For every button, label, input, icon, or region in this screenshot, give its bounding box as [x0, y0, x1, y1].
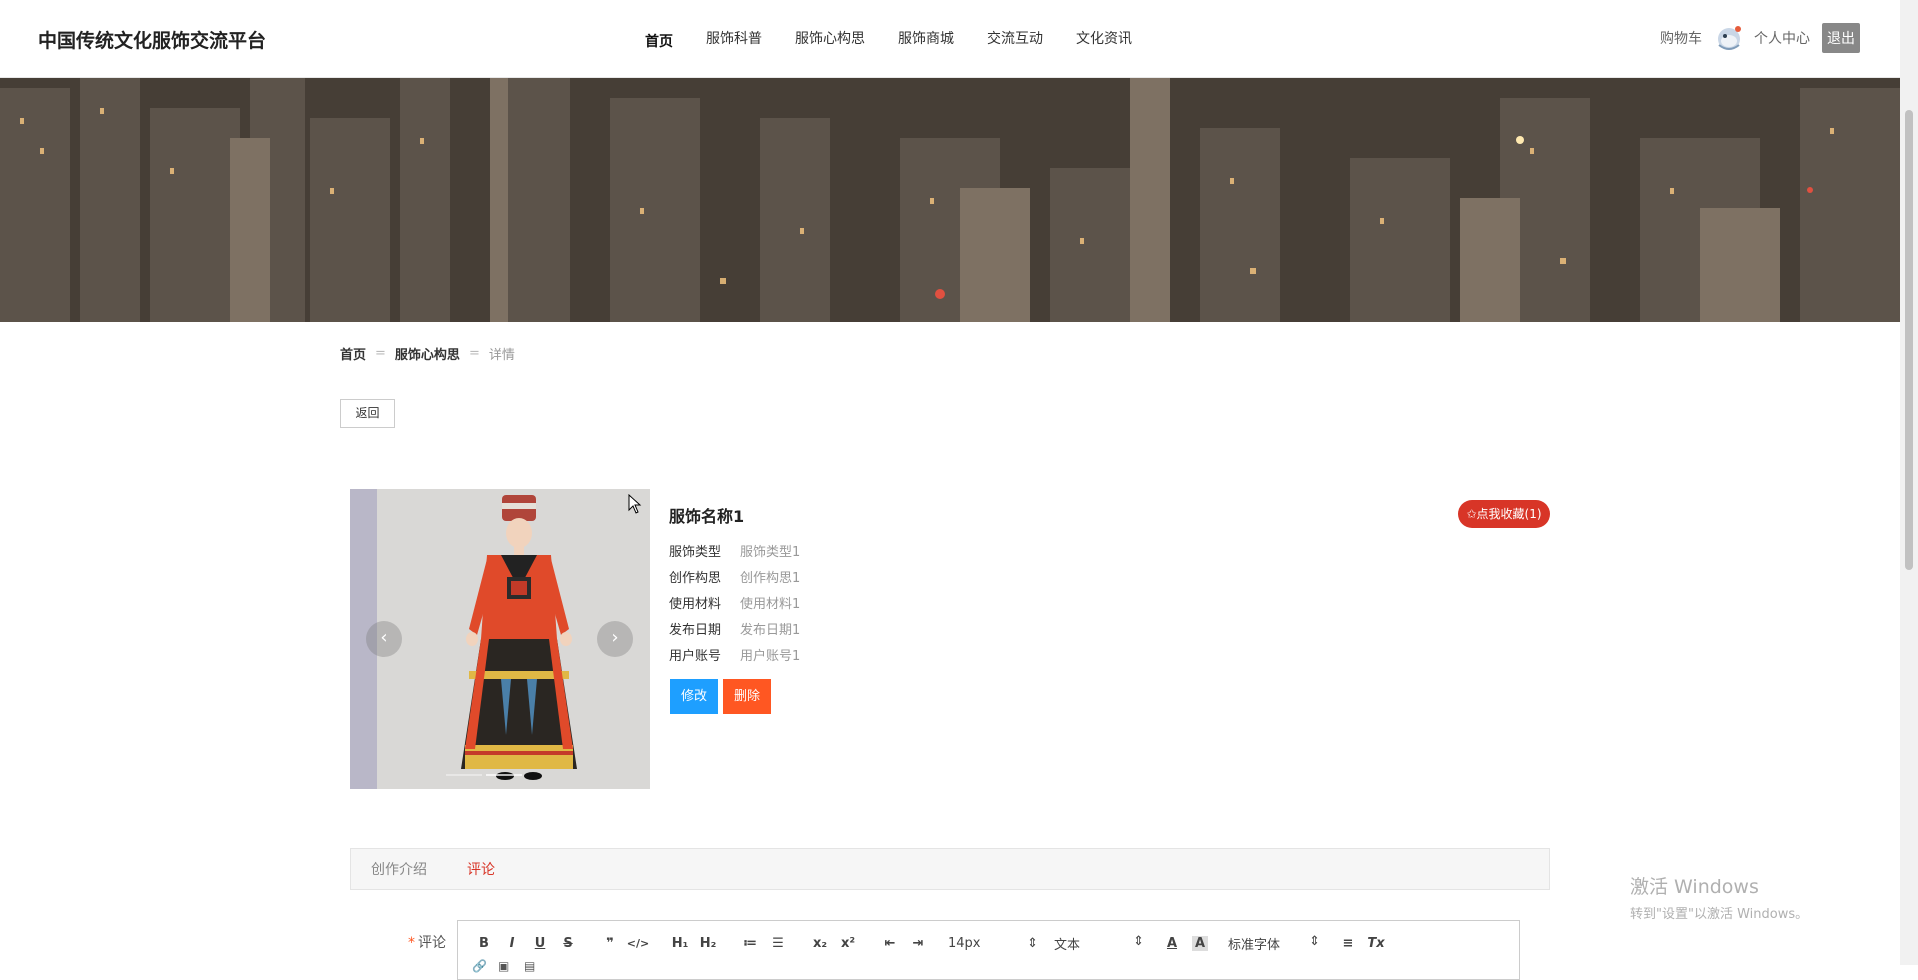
image-icon[interactable]: ▣: [498, 959, 524, 973]
video-icon[interactable]: ▤: [524, 959, 550, 973]
windows-activation-watermark: 激活 Windows 转到"设置"以激活 Windows。: [1630, 872, 1808, 922]
breadcrumb-separator: =: [375, 346, 386, 361]
font-size-value: 14px: [948, 935, 981, 951]
bold-button[interactable]: B: [470, 936, 498, 951]
main-nav: 首页 服饰科普 服饰心构思 服饰商城 交流互动 文化资讯: [645, 28, 1165, 52]
cart-link[interactable]: 购物车: [1660, 28, 1702, 48]
paragraph-type-select[interactable]: 文本 ⇕: [1054, 934, 1144, 953]
nav-interaction[interactable]: 交流互动: [987, 28, 1043, 52]
attribute-label: 用户账号: [669, 649, 722, 664]
font-family-select[interactable]: 标准字体 ⇕: [1228, 934, 1320, 953]
background-color-icon[interactable]: A: [1192, 935, 1208, 951]
attribute-value: 创作构思1: [740, 571, 801, 586]
watermark-title: 激活 Windows: [1630, 876, 1759, 898]
comment-rich-text-editor[interactable]: B I U S ❞ </> H₁ H₂ ≔ ☰ x₂ x² ⇤ ⇥ 14px ⇕ …: [457, 920, 1520, 980]
nav-costume-mall[interactable]: 服饰商城: [898, 28, 954, 52]
carousel-indicator[interactable]: [446, 774, 482, 776]
italic-button[interactable]: I: [498, 936, 526, 951]
editor-toolbar-row2: 🔗 ▣ ▤: [472, 959, 550, 973]
attribute-row: 使用材料 使用材料1: [669, 593, 800, 619]
attribute-label: 服饰类型: [669, 545, 722, 560]
site-title[interactable]: 中国传统文化服饰交流平台: [38, 26, 266, 53]
city-banner-image: [0, 78, 1900, 322]
breadcrumb-section[interactable]: 服饰心构思: [395, 344, 460, 363]
select-arrow-icon: ⇕: [1027, 935, 1038, 951]
subscript-button[interactable]: x₂: [806, 936, 834, 951]
comment-label-text: 评论: [418, 935, 446, 951]
attribute-row: 创作构思 创作构思1: [669, 567, 800, 593]
user-center-link[interactable]: 个人中心: [1754, 28, 1810, 48]
attribute-value: 服饰类型1: [740, 545, 801, 560]
tab-comments[interactable]: 评论: [467, 859, 495, 879]
h2-button[interactable]: H₂: [694, 936, 722, 951]
nav-costume-ideas[interactable]: 服饰心构思: [795, 28, 865, 52]
breadcrumb: 首页 = 服饰心构思 = 详情: [340, 344, 515, 363]
attribute-label: 使用材料: [669, 597, 722, 612]
product-attributes: 服饰类型 服饰类型1 创作构思 创作构思1 使用材料 使用材料1 发布日期 发布…: [669, 541, 800, 671]
back-button[interactable]: 返回: [340, 399, 395, 428]
breadcrumb-separator: =: [468, 346, 480, 361]
mouse-cursor-icon: [628, 494, 642, 514]
required-mark: *: [408, 935, 415, 951]
ordered-list-button[interactable]: ≔: [736, 936, 764, 951]
attribute-row: 用户账号 用户账号1: [669, 645, 800, 671]
carousel-indicator-active[interactable]: [486, 774, 522, 776]
superscript-button[interactable]: x²: [834, 936, 862, 951]
bullet-list-button[interactable]: ☰: [764, 936, 792, 951]
product-image-carousel[interactable]: ‹ ›: [350, 489, 650, 789]
nav-home[interactable]: 首页: [645, 28, 673, 52]
attribute-row: 服饰类型 服饰类型1: [669, 541, 800, 567]
page-scrollbar[interactable]: [1900, 0, 1918, 965]
link-icon[interactable]: 🔗: [472, 959, 498, 973]
h1-button[interactable]: H₁: [666, 936, 694, 951]
detail-tabs: 创作介绍 评论: [350, 848, 1550, 890]
attribute-value: 使用材料1: [740, 597, 801, 612]
font-family-value: 标准字体: [1228, 937, 1281, 953]
code-button[interactable]: </>: [624, 937, 652, 950]
top-header: 中国传统文化服饰交流平台 首页 服饰科普 服饰心构思 服饰商城 交流互动 文化资…: [0, 0, 1900, 78]
font-size-select[interactable]: 14px ⇕: [948, 936, 1038, 951]
select-arrow-icon: ⇕: [1133, 933, 1144, 949]
carousel-prev-button[interactable]: ‹: [366, 621, 402, 657]
nav-culture-news[interactable]: 文化资讯: [1076, 28, 1132, 52]
watermark-subtitle: 转到"设置"以激活 Windows。: [1630, 907, 1809, 922]
favorite-button[interactable]: ✩点我收藏(1): [1458, 500, 1550, 528]
underline-button[interactable]: U: [526, 936, 554, 951]
logout-button[interactable]: 退出: [1822, 23, 1860, 53]
attribute-value: 发布日期1: [740, 623, 801, 638]
select-arrow-icon: ⇕: [1309, 933, 1320, 949]
breadcrumb-current: 详情: [488, 348, 515, 363]
tab-creation-intro[interactable]: 创作介绍: [371, 859, 427, 879]
city-skyline-illustration: [0, 78, 1900, 322]
breadcrumb-home[interactable]: 首页: [340, 344, 366, 363]
outdent-button[interactable]: ⇤: [876, 936, 904, 951]
header-user-area: 购物车 个人中心 退出: [1660, 22, 1860, 54]
attribute-label: 创作构思: [669, 571, 722, 586]
delete-button[interactable]: 删除: [723, 679, 771, 714]
font-color-icon[interactable]: A: [1158, 936, 1186, 951]
paragraph-type-value: 文本: [1054, 937, 1081, 953]
clear-format-button[interactable]: Tx: [1362, 936, 1390, 951]
attribute-value: 用户账号1: [740, 649, 801, 664]
align-button[interactable]: ≡: [1334, 936, 1362, 951]
strike-button[interactable]: S: [554, 936, 582, 951]
attribute-label: 发布日期: [669, 623, 722, 638]
edit-button[interactable]: 修改: [670, 679, 718, 714]
indent-button[interactable]: ⇥: [904, 936, 932, 951]
product-name: 服饰名称1: [669, 507, 745, 526]
carousel-next-button[interactable]: ›: [597, 621, 633, 657]
attribute-row: 发布日期 发布日期1: [669, 619, 800, 645]
quote-button[interactable]: ❞: [596, 936, 624, 951]
nav-costume-science[interactable]: 服饰科普: [706, 28, 762, 52]
editor-toolbar: B I U S ❞ </> H₁ H₂ ≔ ☰ x₂ x² ⇤ ⇥ 14px ⇕ …: [470, 932, 1390, 954]
avatar[interactable]: [1714, 23, 1744, 53]
scrollbar-thumb[interactable]: [1905, 110, 1913, 570]
comment-label: * 评论: [408, 932, 446, 952]
